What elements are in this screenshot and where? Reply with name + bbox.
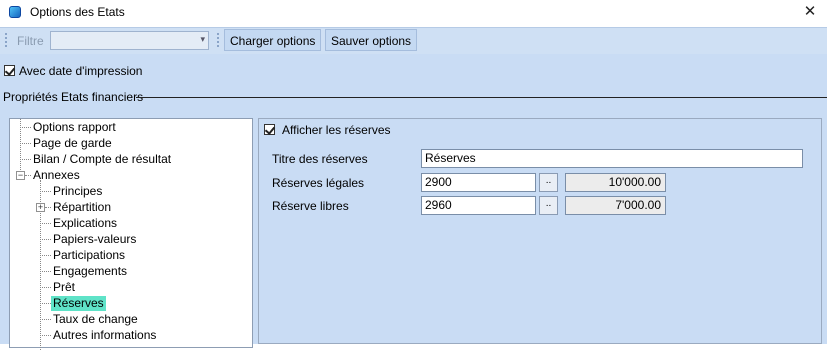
show-reserves-checkbox[interactable] [264, 124, 276, 135]
reserves-title-input[interactable]: Réserves [421, 149, 803, 168]
free-reserves-label: Réserve libres [272, 199, 349, 213]
toolbar: Filtre ▾ Charger options Sauver options [0, 27, 827, 55]
checkmark-icon [4, 65, 16, 76]
legal-reserves-amount: 10'000.00 [565, 173, 666, 192]
toolbar-grip-icon[interactable] [217, 33, 219, 49]
free-reserves-amount: 7'000.00 [565, 196, 666, 215]
tree-item-bilan[interactable]: Bilan / Compte de résultat [33, 152, 171, 167]
tree-connector [40, 239, 51, 240]
legal-reserves-browse-button[interactable]: .. [539, 173, 558, 192]
legal-reserves-label: Réserves légales [272, 176, 365, 190]
expand-icon[interactable]: + [36, 203, 45, 212]
chevron-down-icon[interactable]: ▾ [200, 34, 205, 45]
tree-connector [40, 335, 51, 336]
show-reserves-label: Afficher les réserves [282, 123, 391, 137]
reserves-title-label: Titre des réserves [272, 152, 368, 166]
report-tree[interactable]: − + Options rapport Page de garde Bilan … [9, 118, 253, 350]
tree-connector [40, 319, 51, 320]
filter-combobox[interactable]: ▾ [50, 31, 209, 50]
tree-connector [40, 303, 51, 304]
collapse-icon[interactable]: − [16, 171, 25, 180]
toolbar-grip-icon[interactable] [5, 33, 7, 49]
tree-item-reserves[interactable]: Réserves [51, 296, 106, 311]
section-divider [136, 97, 827, 98]
tree-item-options-rapport[interactable]: Options rapport [33, 120, 116, 135]
tree-connector [20, 159, 31, 160]
tree-item-repartition[interactable]: Répartition [53, 200, 111, 215]
tree-connector [20, 143, 31, 144]
print-date-label: Avec date d'impression [19, 64, 143, 78]
section-title: Propriétés Etats financiers [3, 90, 144, 104]
filter-label: Filtre [17, 34, 44, 48]
tree-item-annexes[interactable]: Annexes [33, 168, 80, 183]
load-options-button[interactable]: Charger options [224, 29, 322, 51]
tree-item-page-de-garde[interactable]: Page de garde [33, 136, 112, 151]
tree-connector [45, 207, 51, 208]
main-content: Avec date d'impression Propriétés Etats … [0, 54, 827, 350]
close-button[interactable]: ✕ [798, 2, 822, 22]
window-title: Options des Etats [30, 5, 125, 19]
legal-reserves-account-input[interactable]: 2900 [421, 173, 536, 192]
tree-connector [25, 175, 31, 176]
free-reserves-browse-button[interactable]: .. [539, 196, 558, 215]
tree-item-engagements[interactable]: Engagements [53, 264, 127, 279]
tree-item-papiers-valeurs[interactable]: Papiers-valeurs [53, 232, 136, 247]
tree-connector [40, 223, 51, 224]
reserves-panel: Afficher les réserves Titre des réserves… [258, 118, 822, 344]
tree-item-principes[interactable]: Principes [53, 184, 102, 199]
tree-item-participations[interactable]: Participations [53, 248, 125, 263]
print-date-checkbox[interactable] [4, 65, 16, 76]
save-options-button[interactable]: Sauver options [325, 29, 418, 51]
free-reserves-account-input[interactable]: 2960 [421, 196, 536, 215]
title-bar: Options des Etats ✕ [0, 0, 827, 26]
tree-connector [40, 255, 51, 256]
tree-connector [40, 287, 51, 288]
checkmark-icon [264, 124, 276, 135]
tree-connector [40, 271, 51, 272]
tree-item-taux-de-change[interactable]: Taux de change [53, 312, 138, 327]
tree-connector [40, 191, 51, 192]
tree-item-explications[interactable]: Explications [53, 216, 117, 231]
tree-connector [20, 127, 31, 128]
app-icon [9, 6, 21, 18]
tree-item-pret[interactable]: Prêt [53, 280, 75, 295]
tree-item-autres-informations[interactable]: Autres informations [53, 328, 156, 343]
